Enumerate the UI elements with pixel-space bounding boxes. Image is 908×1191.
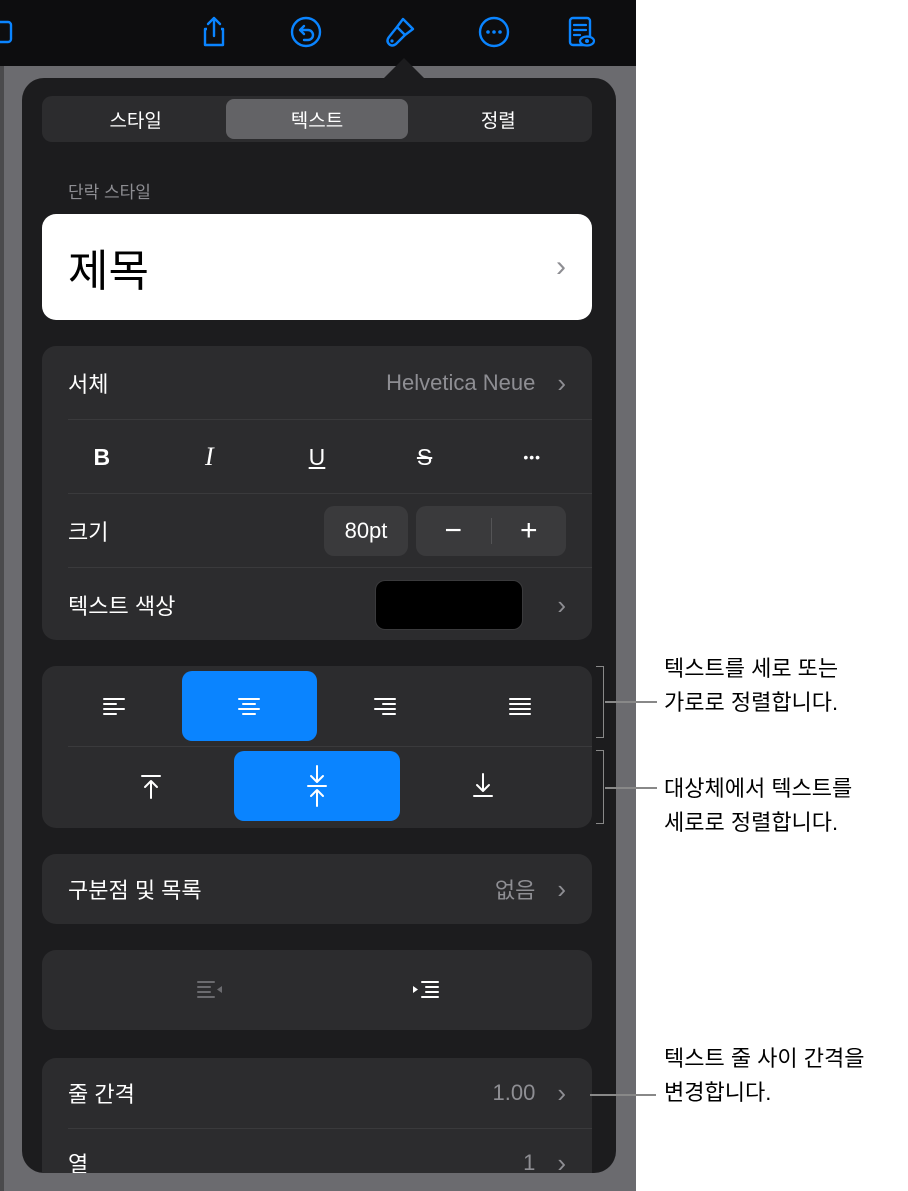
- bullets-label: 구분점 및 목록: [68, 878, 202, 903]
- size-row: 크기 80pt − +: [42, 494, 592, 568]
- line-spacing-value: 1.00: [492, 1080, 536, 1105]
- line-spacing-label: 줄 간격: [68, 1082, 135, 1107]
- decrease-indent-button[interactable]: [102, 978, 317, 1002]
- reader-view-icon[interactable]: [560, 12, 600, 52]
- indent-icon: [412, 981, 439, 998]
- chevron-right-icon: ›: [557, 873, 566, 904]
- photo-icon[interactable]: [0, 12, 18, 52]
- alignment-group: [42, 666, 592, 828]
- outdent-icon: [196, 981, 222, 998]
- align-right-button[interactable]: [317, 671, 453, 741]
- chevron-right-icon: ›: [557, 1077, 566, 1108]
- callout-leader: [605, 787, 657, 789]
- undo-icon[interactable]: [286, 12, 326, 52]
- text-color-swatch[interactable]: [375, 580, 524, 630]
- align-justify-icon: [509, 698, 532, 715]
- italic-button[interactable]: I: [156, 442, 264, 472]
- size-stepper: − +: [416, 506, 566, 556]
- toolbar: [0, 0, 636, 66]
- align-bottom-icon: [473, 773, 493, 797]
- tab-arrange[interactable]: 정렬: [408, 99, 589, 139]
- bullets-value: 없음: [494, 878, 536, 903]
- paragraph-style-button[interactable]: 제목 ›: [42, 214, 592, 320]
- text-color-label: 텍스트 색상: [68, 594, 176, 619]
- indent-group: [42, 950, 592, 1030]
- size-label: 크기: [68, 520, 109, 545]
- callout-line: 텍스트를 세로 또는: [664, 656, 839, 681]
- chevron-right-icon: ›: [557, 1147, 566, 1174]
- format-popover: 스타일 텍스트 정렬 단락 스타일 제목 › 서체 Helvetica Neue…: [22, 78, 616, 1173]
- horizontal-alignment-row: [42, 666, 592, 746]
- underline-button[interactable]: U: [263, 444, 371, 471]
- tab-style[interactable]: 스타일: [45, 99, 226, 139]
- align-center-icon: [238, 698, 261, 715]
- divider: [68, 419, 592, 420]
- format-buttons-row: B I U S •••: [42, 420, 592, 494]
- increase-indent-button[interactable]: [317, 978, 532, 1002]
- format-brush-icon[interactable]: [380, 12, 420, 52]
- align-left-icon: [102, 698, 125, 715]
- align-center-button[interactable]: [181, 671, 317, 741]
- callout-line: 가로로 정렬합니다.: [664, 690, 839, 715]
- size-value-field[interactable]: 80pt: [324, 506, 408, 556]
- callout-leader: [590, 1094, 656, 1096]
- bullets-row[interactable]: 구분점 및 목록 없음 ›: [42, 854, 592, 924]
- font-label: 서체: [68, 372, 109, 397]
- align-justify-button[interactable]: [453, 671, 589, 741]
- bold-button[interactable]: B: [48, 444, 156, 471]
- font-group: 서체 Helvetica Neue › B I U S ••• 크기 80pt …: [42, 346, 592, 640]
- callout-line-spacing: 텍스트 줄 사이 간격을 변경합니다.: [664, 1042, 865, 1110]
- columns-label: 열: [68, 1152, 89, 1173]
- align-middle-icon: [307, 765, 327, 807]
- callout-bracket: [596, 666, 604, 738]
- paragraph-style-value: 제목: [68, 247, 149, 296]
- font-row[interactable]: 서체 Helvetica Neue ›: [42, 346, 592, 420]
- callout-line: 대상체에서 텍스트를: [664, 776, 853, 801]
- callout-bracket: [596, 750, 604, 824]
- strikethrough-button[interactable]: S: [371, 444, 479, 471]
- share-icon[interactable]: [194, 12, 234, 52]
- callout-alignment: 텍스트를 세로 또는 가로로 정렬합니다.: [664, 652, 838, 720]
- align-bottom-button[interactable]: [400, 751, 566, 821]
- callout-line: 변경합니다.: [664, 1080, 772, 1105]
- callout-line: 세로로 정렬합니다.: [664, 810, 839, 835]
- chevron-right-icon: ›: [556, 250, 566, 283]
- background-edge: [0, 66, 4, 1191]
- align-top-button[interactable]: [68, 751, 234, 821]
- align-middle-button[interactable]: [234, 751, 400, 821]
- more-format-button[interactable]: •••: [478, 449, 586, 465]
- vertical-alignment-row: [42, 746, 592, 826]
- decrease-size-button[interactable]: −: [416, 514, 491, 548]
- increase-size-button[interactable]: +: [492, 514, 567, 548]
- callout-vertical-alignment: 대상체에서 텍스트를 세로로 정렬합니다.: [664, 772, 852, 840]
- align-right-icon: [373, 698, 396, 715]
- paragraph-style-label: 단락 스타일: [68, 183, 151, 202]
- font-value: Helvetica Neue: [386, 370, 536, 395]
- callout-leader: [605, 701, 657, 703]
- line-spacing-row[interactable]: 줄 간격 1.00 ›: [42, 1058, 592, 1128]
- columns-value: 1: [523, 1150, 536, 1173]
- spacing-group: 줄 간격 1.00 › 열 1 ›: [42, 1058, 592, 1173]
- align-top-icon: [141, 775, 161, 799]
- indent-row: [42, 950, 592, 1030]
- popover-arrow: [384, 58, 424, 78]
- chevron-right-icon: ›: [557, 589, 566, 620]
- callout-line: 텍스트 줄 사이 간격을: [664, 1046, 865, 1071]
- bullets-group: 구분점 및 목록 없음 ›: [42, 854, 592, 924]
- more-icon[interactable]: [474, 12, 514, 52]
- divider: [68, 746, 592, 747]
- tab-text[interactable]: 텍스트: [226, 99, 408, 139]
- tab-segmented-control: 스타일 텍스트 정렬: [42, 96, 592, 142]
- chevron-right-icon: ›: [557, 367, 566, 398]
- align-left-button[interactable]: [46, 671, 182, 741]
- columns-row[interactable]: 열 1 ›: [42, 1128, 592, 1174]
- text-color-row[interactable]: 텍스트 색상 ›: [42, 568, 592, 642]
